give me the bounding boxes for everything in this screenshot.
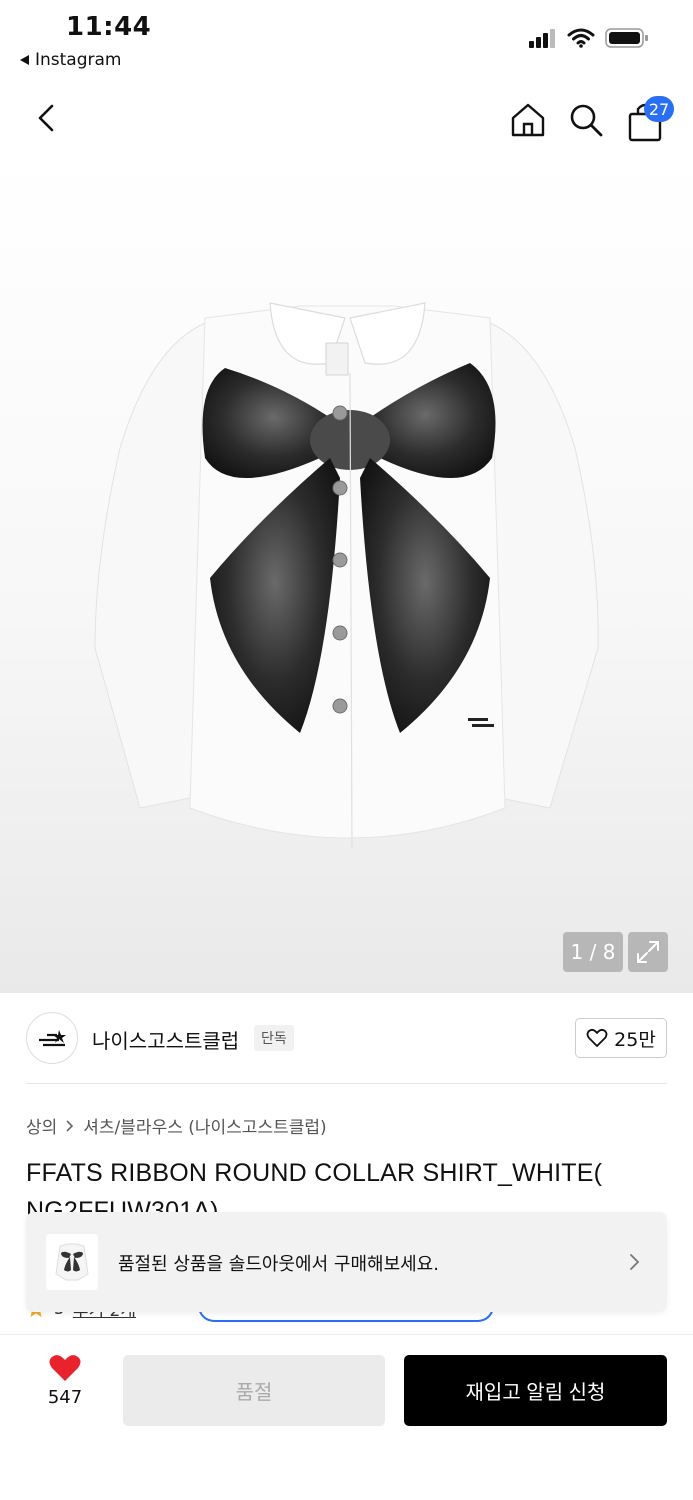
soldout-button[interactable]: 품절 <box>123 1355 385 1426</box>
home-icon[interactable] <box>508 100 548 140</box>
status-icons <box>529 27 649 49</box>
heart-outline-icon <box>586 1028 608 1047</box>
chevron-right-icon <box>630 1254 640 1270</box>
back-app-label: Instagram <box>35 50 122 70</box>
wishlist-button[interactable]: 547 <box>30 1353 100 1423</box>
top-navigation <box>0 80 693 158</box>
wifi-icon <box>567 28 595 48</box>
banner-thumbnail <box>46 1234 98 1290</box>
brand-row: 나이스고스트클럽 단독 25만 <box>0 993 693 1085</box>
brand-name[interactable]: 나이스고스트클럽 <box>92 1025 239 1054</box>
breadcrumb: 상의 셔츠/블라우스 (나이스고스트클럽) <box>26 1113 327 1138</box>
battery-icon <box>605 28 648 48</box>
soldout-banner[interactable]: 품절된 상품을 솔드아웃에서 구매해보세요. <box>26 1212 667 1312</box>
expand-icon <box>637 941 659 963</box>
back-triangle-icon <box>20 55 29 65</box>
brand-logo[interactable] <box>26 1012 78 1064</box>
breadcrumb-subcategory[interactable]: 셔츠/블라우스 (나이스고스트클럽) <box>83 1113 326 1138</box>
cart-count-badge: 27 <box>644 96 674 122</box>
brand-like-count: 25만 <box>614 1028 656 1051</box>
product-image <box>94 302 599 849</box>
section-divider <box>26 1083 667 1084</box>
heart-filled-icon <box>49 1355 81 1381</box>
image-page-indicator: 1 / 8 <box>563 932 623 972</box>
brand-logo-icon <box>39 1030 66 1047</box>
banner-text: 품절된 상품을 솔드아웃에서 구매해보세요. <box>118 1254 439 1275</box>
breadcrumb-category[interactable]: 상의 <box>26 1113 57 1138</box>
bottom-action-bar: 547 품절 재입고 알림 신청 <box>0 1334 693 1500</box>
shirt-thumbnail-image <box>55 1243 89 1281</box>
product-image-gallery[interactable]: 1 / 8 <box>0 158 693 993</box>
status-time: 11:44 <box>66 12 152 42</box>
expand-image-button[interactable] <box>628 932 668 972</box>
search-icon[interactable] <box>566 100 606 140</box>
exclusive-badge: 단독 <box>254 1025 294 1051</box>
status-bar: 11:44 Instagram <box>0 0 693 80</box>
chevron-right-icon <box>66 1119 74 1132</box>
restock-alert-button[interactable]: 재입고 알림 신청 <box>404 1355 667 1426</box>
brand-like-button[interactable]: 25만 <box>575 1018 667 1058</box>
signal-icon <box>529 29 555 48</box>
back-arrow-icon[interactable] <box>30 98 64 138</box>
back-to-app-link[interactable]: Instagram <box>20 50 122 70</box>
wishlist-count: 547 <box>47 1387 83 1408</box>
